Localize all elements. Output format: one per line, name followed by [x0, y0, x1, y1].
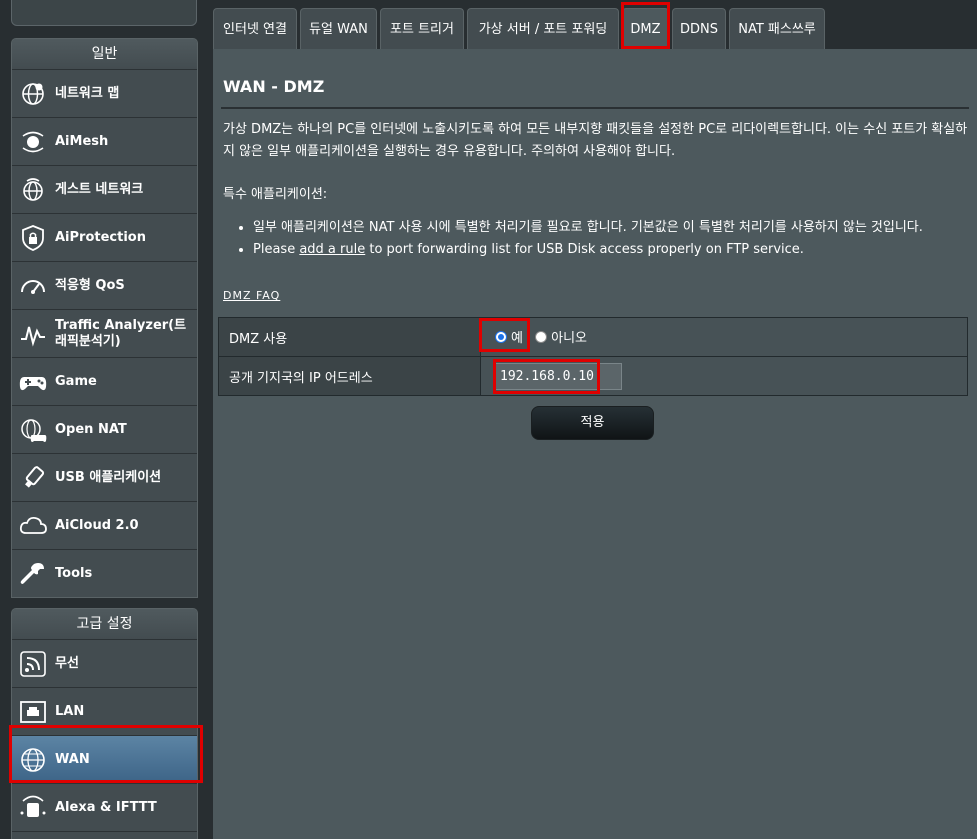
list-item: Please add a rule to port forwarding lis… — [253, 239, 971, 261]
sidebar-item-network-map[interactable]: 네트워크 맵 — [12, 70, 197, 118]
sidebar-item-label: 네트워크 맵 — [55, 85, 120, 101]
bullet-text: 일부 애플리케이션은 NAT 사용 시에 특별한 처리기를 필요로 합니다. 기… — [253, 220, 923, 235]
sidebar-item-label: Open NAT — [55, 421, 127, 437]
sidebar-item-label: AiProtection — [55, 229, 146, 245]
menu-group-advanced: 고급 설정 무선 LAN WAN Alexa & IFTTT — [11, 608, 198, 839]
list-item: 일부 애플리케이션은 NAT 사용 시에 특별한 처리기를 필요로 합니다. 기… — [253, 217, 971, 239]
tab-internet-connection[interactable]: 인터넷 연결 — [213, 8, 297, 49]
gamepad-icon — [19, 376, 47, 390]
tab-dual-wan[interactable]: 듀얼 WAN — [300, 8, 377, 49]
add-rule-link[interactable]: add a rule — [299, 242, 365, 257]
speedometer-icon — [21, 279, 45, 294]
sidebar-item-tools[interactable]: Tools — [12, 550, 197, 597]
sidebar-item-label: 무선 — [55, 655, 79, 671]
globe-gamepad-icon — [21, 418, 47, 442]
tab-port-trigger[interactable]: 포트 트리거 — [380, 8, 464, 49]
sidebar-item-game[interactable]: Game — [12, 358, 197, 406]
dmz-ip-input[interactable] — [495, 362, 622, 390]
sidebar-item-label: 게스트 네트워크 — [55, 181, 144, 197]
group-header-advanced: 고급 설정 — [12, 609, 197, 640]
sidebar-item-aiprotection[interactable]: AiProtection — [12, 214, 197, 262]
globe-guest-icon — [23, 177, 43, 201]
radio-dot-checked[interactable] — [495, 330, 507, 343]
radio-dot[interactable] — [535, 330, 548, 343]
sidebar-item-wan[interactable]: WAN — [12, 736, 197, 784]
dmz-enable-yes-radio[interactable]: 예 — [495, 327, 523, 346]
globe-network-icon — [22, 82, 44, 105]
table-row: DMZ 사용 예 아니오 — [218, 317, 968, 357]
dmz-ip-cell — [480, 356, 968, 396]
sidebar-item-label: USB 애플리케이션 — [55, 469, 162, 485]
title-divider — [221, 107, 969, 109]
mesh-node-icon — [22, 131, 44, 152]
lan-port-icon — [20, 700, 46, 723]
globe-icon — [21, 747, 45, 772]
sidebar-item-aicloud[interactable]: AiCloud 2.0 — [12, 502, 197, 550]
tab-virtual-server[interactable]: 가상 서버 / 포트 포워딩 — [467, 8, 619, 49]
sidebar-item-open-nat[interactable]: Open NAT — [12, 406, 197, 454]
traffic-graph-icon — [21, 326, 45, 347]
shield-lock-icon — [22, 224, 44, 251]
dmz-faq-link[interactable]: DMZ FAQ — [223, 289, 280, 302]
sidebar-item-wireless[interactable]: 무선 — [12, 640, 197, 688]
group-header-general: 일반 — [12, 39, 197, 70]
sidebar-top-button[interactable] — [11, 0, 197, 26]
sidebar-item-label: AiCloud 2.0 — [55, 517, 139, 533]
bullet-suffix: to port forwarding list for USB Disk acc… — [365, 242, 804, 257]
sidebar-item-label: 적응형 QoS — [55, 277, 125, 293]
cloud-icon — [19, 516, 47, 534]
sidebar-item-adaptive-qos[interactable]: 적응형 QoS — [12, 262, 197, 310]
tab-ddns[interactable]: DDNS — [672, 8, 726, 49]
dmz-form-table: DMZ 사용 예 아니오 공개 기지국의 IP 어드레스 — [218, 317, 968, 396]
sidebar-item-label: WAN — [55, 751, 90, 767]
special-applications-title: 특수 애플리케이션: — [223, 187, 328, 202]
bullet-prefix: Please — [253, 242, 300, 257]
sidebar-item-usb-application[interactable]: USB 애플리케이션 — [12, 454, 197, 502]
dmz-enable-label: DMZ 사용 — [218, 317, 481, 357]
sidebar-item-label: Traffic Analyzer(트래픽분석기) — [55, 317, 187, 349]
radio-no-label: 아니오 — [551, 331, 587, 347]
dmz-enable-no-radio[interactable]: 아니오 — [535, 327, 587, 346]
page-title: WAN - DMZ — [223, 77, 325, 96]
wrench-icon — [20, 562, 44, 584]
apply-button[interactable]: 적용 — [531, 406, 654, 440]
sidebar-item-alexa-ifttt[interactable]: Alexa & IFTTT — [12, 784, 197, 832]
dmz-description: 가상 DMZ는 하나의 PC를 인터넷에 노출시키도록 하여 모든 내부지향 패… — [223, 122, 968, 159]
sidebar-item-label: LAN — [55, 703, 85, 719]
sidebar-item-label: Alexa & IFTTT — [55, 799, 157, 815]
sidebar: 일반 네트워크 맵 AiMesh 게스트 네트워크 AiProtection 적… — [0, 0, 210, 839]
sidebar-item-label: AiMesh — [55, 133, 109, 149]
wifi-icon — [20, 650, 46, 677]
tab-nat-passthrough[interactable]: NAT 패스쓰루 — [729, 8, 825, 49]
table-row: 공개 기지국의 IP 어드레스 — [218, 356, 968, 396]
sidebar-item-label: Tools — [55, 565, 93, 581]
radio-yes-label: 예 — [511, 331, 523, 347]
content-panel: WAN - DMZ 가상 DMZ는 하나의 PC를 인터넷에 노출시키도록 하여… — [213, 49, 977, 839]
dmz-enable-cell: 예 아니오 — [480, 317, 968, 357]
sidebar-item-label: Game — [55, 373, 97, 389]
special-applications-list: 일부 애플리케이션은 NAT 사용 시에 특별한 처리기를 필요로 합니다. 기… — [253, 217, 971, 261]
sidebar-item-guest-network[interactable]: 게스트 네트워크 — [12, 166, 197, 214]
sidebar-item-aimesh[interactable]: AiMesh — [12, 118, 197, 166]
menu-group-general: 일반 네트워크 맵 AiMesh 게스트 네트워크 AiProtection 적… — [11, 38, 198, 598]
sidebar-item-traffic-analyzer[interactable]: Traffic Analyzer(트래픽분석기) — [12, 310, 197, 358]
dmz-ip-label: 공개 기지국의 IP 어드레스 — [218, 356, 481, 396]
sidebar-item-lan[interactable]: LAN — [12, 688, 197, 736]
tab-dmz[interactable]: DMZ — [622, 8, 669, 49]
usb-drive-icon — [25, 465, 45, 488]
smart-speaker-icon — [20, 795, 46, 817]
